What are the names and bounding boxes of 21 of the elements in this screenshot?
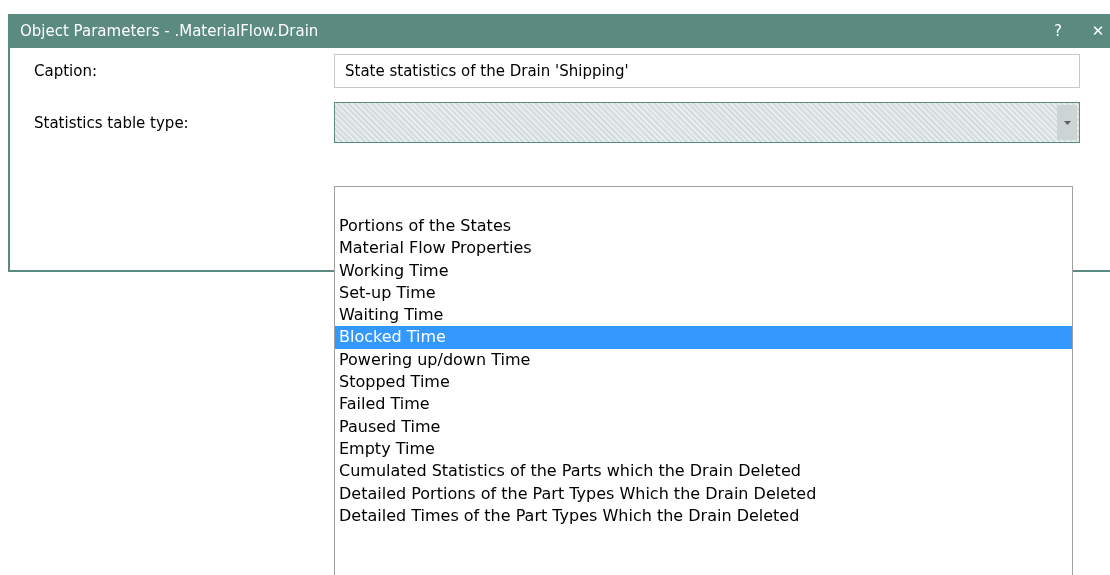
dropdown-item[interactable]: Powering up/down Time: [335, 348, 1072, 372]
dropdown-item[interactable]: Failed Time: [335, 393, 1072, 416]
dropdown-item[interactable]: Empty Time: [335, 437, 1072, 461]
caption-field[interactable]: State statistics of the Drain 'Shipping': [334, 54, 1080, 88]
help-button[interactable]: ?: [1038, 14, 1078, 48]
dropdown-item[interactable]: Cumulated Statistics of the Parts which the Drain Deleted: [335, 460, 1072, 483]
dropdown-item[interactable]: Stopped Time: [335, 371, 1072, 394]
dropdown-item[interactable]: Paused Time: [335, 415, 1072, 438]
dropdown-item[interactable]: Set-up Time: [335, 281, 1072, 305]
dropdown-item[interactable]: Material Flow Properties: [335, 237, 1072, 260]
dropdown-item[interactable]: Detailed Times of the Part Types Which the Drain Deleted: [335, 504, 1072, 528]
combo-box[interactable]: [334, 102, 1080, 143]
field-label: Statistics table type:: [34, 113, 190, 132]
dropdown-item[interactable]: Waiting Time: [335, 304, 1072, 327]
dropdown-item[interactable]: Detailed Portions of the Part Types Which the Drain Deleted: [335, 482, 1072, 505]
dropdown-item[interactable]: Portions of the States: [335, 215, 1072, 238]
close-button[interactable]: ✕: [1078, 14, 1110, 48]
dropdown-item[interactable]: Working Time: [335, 259, 1072, 282]
window-title: Object Parameters - .MaterialFlow.Drain: [19, 22, 320, 40]
caret-icon: [1063, 120, 1071, 125]
field-label: Caption:: [34, 62, 98, 80]
